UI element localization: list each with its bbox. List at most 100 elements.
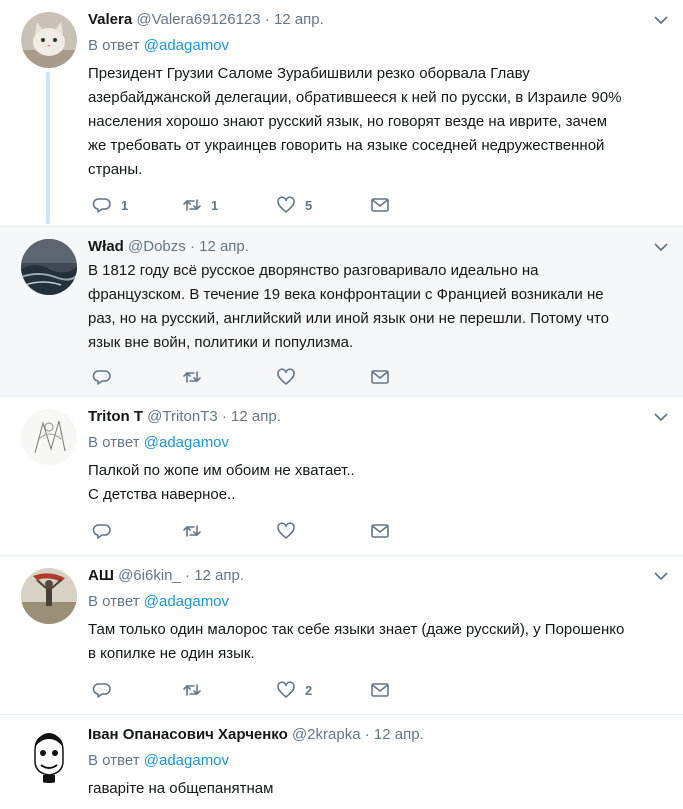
heart-icon: [277, 681, 295, 698]
tweet-text: гаваріте на общепанятнам: [88, 777, 669, 801]
avatar[interactable]: [21, 409, 77, 465]
tweet-text-line: В 1812 году всё русское дворянство разго…: [88, 262, 539, 279]
chevron-down-icon[interactable]: [653, 241, 669, 253]
like-button[interactable]: 2: [276, 680, 312, 700]
like-button[interactable]: [276, 367, 296, 387]
retweet-button[interactable]: [182, 680, 202, 700]
like-button[interactable]: 5: [276, 195, 312, 215]
reply-to-line: В ответ @adagamov: [88, 433, 669, 453]
tweet-text-line: язык вне войн, политики и популизма.: [88, 334, 354, 351]
chevron-down-icon[interactable]: [653, 14, 669, 26]
tweet-text-line: азербайджанской делегации, обратившееся …: [88, 89, 622, 106]
tweet-text-line: населения хорошо знают русский язык, но …: [88, 113, 608, 130]
tweet-valera[interactable]: Valera @Valera69126123 · 12 апр. В ответ…: [0, 0, 683, 227]
reply-to-link[interactable]: @adagamov: [144, 593, 229, 610]
heart-icon: [277, 368, 295, 385]
tweet-text-line: С детства наверное..: [88, 486, 236, 503]
chevron-down-icon[interactable]: [653, 570, 669, 582]
tweet-text-line: раз, но на русский, английский или иной …: [88, 310, 609, 327]
user-name[interactable]: Wład: [88, 238, 124, 255]
avatar[interactable]: [21, 12, 77, 68]
reply-button[interactable]: [92, 367, 112, 387]
tweet-ash[interactable]: АШ @6i6kin_ · 12 апр. В ответ @adagamov …: [0, 556, 683, 715]
tweet-header: Іван Опанасович Харченко @2krapka · 12 а…: [88, 725, 669, 745]
tweet-header: АШ @6i6kin_ · 12 апр.: [88, 566, 669, 586]
retweet-count: 1: [211, 197, 219, 213]
tweet-time[interactable]: 12 апр.: [374, 726, 424, 743]
user-handle[interactable]: @Dobzs: [128, 238, 186, 255]
like-count: 5: [305, 197, 313, 213]
user-handle[interactable]: @TritonT3: [147, 408, 218, 425]
tweet-text-line: страны.: [88, 161, 143, 178]
separator: ·: [185, 567, 191, 584]
retweet-icon: [183, 525, 201, 537]
tweet-text-line: французском. В течение 19 века конфронта…: [88, 286, 604, 303]
avatar[interactable]: [21, 239, 77, 295]
tweet-text-line: же требовать от украинцев говорить на яз…: [88, 137, 605, 154]
heart-icon: [277, 522, 295, 539]
reply-prefix: В ответ: [88, 434, 140, 451]
envelope-icon: [371, 198, 389, 212]
reply-to-line: В ответ @adagamov: [88, 36, 669, 56]
user-name[interactable]: Іван Опанасович Харченко: [88, 726, 288, 743]
dm-button[interactable]: [370, 680, 390, 700]
reply-to-line: В ответ @adagamov: [88, 592, 669, 612]
user-handle[interactable]: @6i6kin_: [118, 567, 181, 584]
user-name[interactable]: Triton T: [88, 408, 143, 425]
reply-to-line: В ответ @adagamov: [88, 751, 669, 771]
tweet-text-line: Президент Грузии Саломе Зурабишвили резк…: [88, 65, 530, 82]
reply-count: 1: [121, 197, 129, 213]
envelope-icon: [371, 370, 389, 384]
avatar[interactable]: [21, 727, 77, 783]
retweet-button[interactable]: 1: [182, 195, 218, 215]
reply-prefix: В ответ: [88, 752, 140, 769]
reply-button[interactable]: 1: [92, 195, 128, 215]
dm-button[interactable]: [370, 521, 390, 541]
dm-button[interactable]: [370, 195, 390, 215]
user-handle[interactable]: @2krapka: [292, 726, 361, 743]
reply-button[interactable]: [92, 521, 112, 541]
envelope-icon: [371, 524, 389, 538]
user-name[interactable]: Valera: [88, 11, 132, 28]
tweet-text-line: Палкой по жопе им обоим не хватает..: [88, 462, 355, 479]
tweet-header: Triton T @TritonT3 · 12 апр.: [88, 407, 669, 427]
tweet-header: Wład @Dobzs · 12 апр.: [88, 237, 669, 257]
reply-to-link[interactable]: @adagamov: [144, 434, 229, 451]
like-count: 2: [305, 682, 313, 698]
heart-icon: [277, 196, 295, 213]
reply-icon: [92, 198, 111, 213]
tweet-text: Президент Грузии Саломе Зурабишвили резк…: [88, 62, 669, 182]
tweet-triton[interactable]: Triton T @TritonT3 · 12 апр. В ответ @ad…: [0, 397, 683, 556]
reply-prefix: В ответ: [88, 593, 140, 610]
chevron-down-icon[interactable]: [653, 411, 669, 423]
reply-to-link[interactable]: @adagamov: [144, 37, 229, 54]
tweet-wlad[interactable]: Wład @Dobzs · 12 апр. В 1812 году всё ру…: [0, 227, 683, 397]
retweet-icon: [183, 199, 201, 211]
reply-to-link[interactable]: @adagamov: [144, 752, 229, 769]
separator: ·: [189, 238, 195, 255]
envelope-icon: [371, 683, 389, 697]
tweet-time[interactable]: 12 апр.: [231, 408, 281, 425]
reply-icon: [92, 370, 111, 385]
tweet-time[interactable]: 12 апр.: [199, 238, 249, 255]
tweet-text-line: гаваріте на общепанятнам: [88, 780, 274, 797]
like-button[interactable]: [276, 521, 296, 541]
retweet-button[interactable]: [182, 367, 202, 387]
tweet-text-line: Там только один малорос так себе языки з…: [88, 621, 625, 638]
retweet-icon: [183, 371, 201, 383]
user-name[interactable]: АШ: [88, 567, 114, 584]
reply-button[interactable]: [92, 680, 112, 700]
tweet-time[interactable]: 12 апр.: [194, 567, 244, 584]
tweet-text: Палкой по жопе им обоим не хватает.. С д…: [88, 459, 669, 507]
retweet-button[interactable]: [182, 521, 202, 541]
tweet-ivan[interactable]: Іван Опанасович Харченко @2krapka · 12 а…: [0, 715, 683, 809]
user-handle[interactable]: @Valera69126123: [136, 11, 260, 28]
tweet-time[interactable]: 12 апр.: [274, 11, 324, 28]
separator: ·: [364, 726, 370, 743]
retweet-icon: [183, 684, 201, 696]
avatar[interactable]: [21, 568, 77, 624]
reply-icon: [92, 524, 111, 539]
dm-button[interactable]: [370, 367, 390, 387]
reply-prefix: В ответ: [88, 37, 140, 54]
thread-line: [46, 72, 50, 224]
